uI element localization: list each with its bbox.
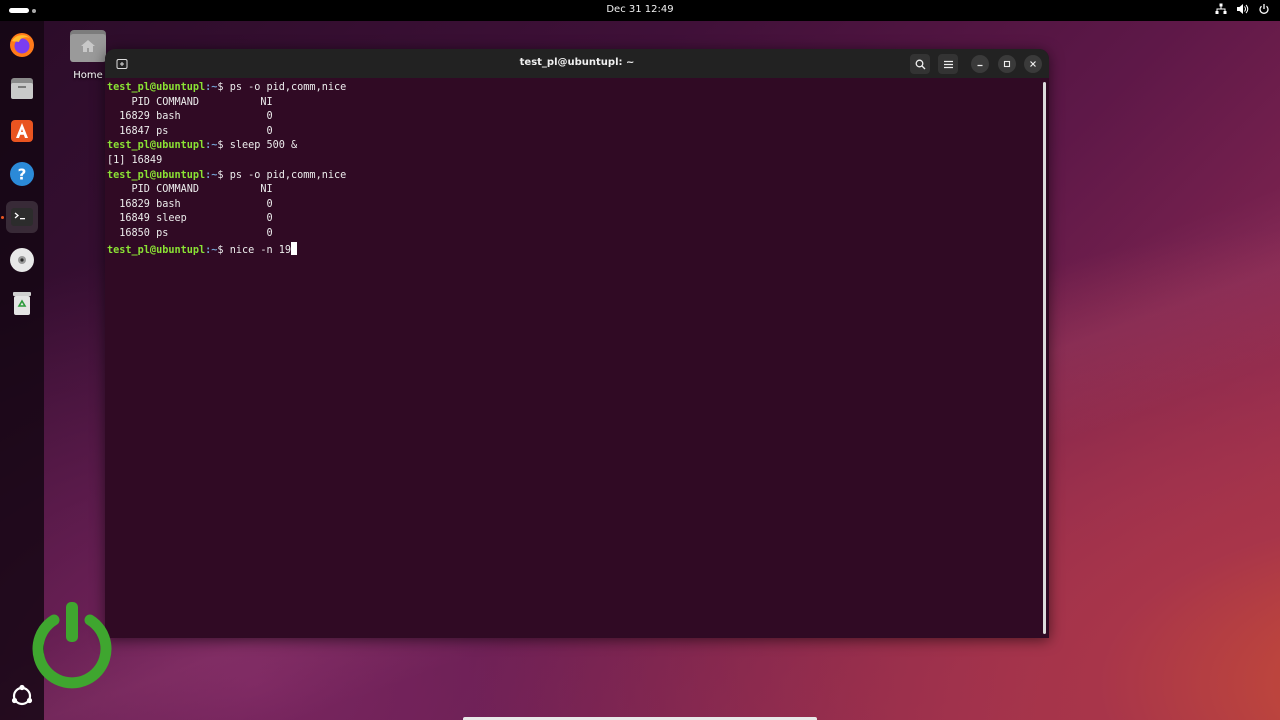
firefox-icon [10, 33, 34, 57]
power-logo-icon [32, 602, 112, 689]
terminal-output-line: 16850 ps 0 [107, 227, 273, 239]
text-cursor [291, 241, 298, 255]
search-icon [915, 59, 925, 69]
terminal-output-line: [1] 16849 [107, 154, 163, 166]
trash-icon [13, 292, 31, 315]
dock-item-terminal[interactable] [6, 201, 38, 233]
terminal-window[interactable]: test_pl@ubuntupl: ~ test_pl@ubuntupl:~$ … [105, 49, 1049, 638]
terminal-output-line: 16849 sleep 0 [107, 213, 273, 225]
svg-text:?: ? [18, 166, 27, 184]
maximize-icon [1003, 60, 1011, 68]
files-icon [11, 78, 33, 99]
prompt-path: :~ [205, 169, 218, 181]
close-button[interactable] [1024, 55, 1042, 73]
network-icon[interactable] [1215, 3, 1227, 15]
terminal-prompt-line: test_pl@ubuntupl:~$ sleep 500 & [107, 139, 1037, 154]
terminal-prompt-line: test_pl@ubuntupl:~$ ps -o pid,comm,nice [107, 81, 1037, 96]
terminal-output-line: 16847 ps 0 [107, 125, 273, 137]
clock[interactable]: Dec 31 12:49 [0, 4, 1280, 15]
prompt-symbol: $ [217, 244, 230, 256]
terminal-scrollbar[interactable] [1043, 82, 1046, 634]
command-text: sleep 500 & [229, 140, 298, 152]
system-tray[interactable] [1215, 3, 1270, 15]
top-bar: Dec 31 12:49 [0, 0, 1280, 21]
power-icon[interactable] [1258, 3, 1270, 15]
volume-icon[interactable] [1236, 3, 1249, 15]
minimize-button[interactable] [971, 55, 989, 73]
terminal-icon [11, 208, 33, 226]
window-title: test_pl@ubuntupl: ~ [519, 57, 635, 68]
dock-item-files[interactable] [6, 72, 38, 104]
terminal-prompt-line: test_pl@ubuntupl:~$ ps -o pid,comm,nice [107, 169, 1037, 184]
hamburger-icon [943, 60, 953, 68]
terminal-headerbar[interactable]: test_pl@ubuntupl: ~ [105, 49, 1049, 78]
close-icon [1030, 61, 1036, 67]
terminal-output-line: 16829 bash 0 [107, 198, 273, 210]
home-folder-icon [70, 30, 106, 62]
command-text: ps -o pid,comm,nice [229, 82, 347, 93]
dock-item-app-center[interactable] [6, 115, 38, 147]
terminal-output-line: PID COMMAND NI [107, 96, 273, 108]
terminal-output-line: PID COMMAND NI [107, 184, 273, 196]
terminal-output[interactable]: test_pl@ubuntupl:~$ ps -o pid,comm,nice … [107, 81, 1037, 636]
prompt-path: :~ [205, 244, 218, 256]
minimize-icon [977, 64, 983, 67]
running-indicator [1, 216, 4, 219]
prompt-user: test_pl@ubuntupl [107, 244, 206, 256]
prompt-path: :~ [205, 82, 218, 93]
menu-button[interactable] [938, 54, 958, 74]
prompt-user: test_pl@ubuntupl [107, 82, 206, 93]
prompt-user: test_pl@ubuntupl [107, 140, 206, 152]
app-center-icon [11, 120, 33, 142]
dock-item-disc[interactable] [6, 244, 38, 276]
search-button[interactable] [910, 54, 930, 74]
dock-item-trash[interactable] [6, 287, 38, 319]
help-icon: ? [10, 162, 34, 186]
maximize-button[interactable] [998, 55, 1016, 73]
disc-icon [10, 248, 34, 272]
prompt-symbol: $ [217, 169, 230, 181]
command-text: nice -n 19 [229, 244, 292, 256]
prompt-symbol: $ [217, 140, 230, 152]
prompt-symbol: $ [217, 82, 230, 93]
prompt-user: test_pl@ubuntupl [107, 169, 206, 181]
dock-item-help[interactable]: ? [6, 158, 38, 190]
dock-item-firefox[interactable] [6, 29, 38, 61]
terminal-output-line: 16829 bash 0 [107, 111, 273, 123]
terminal-prompt-line: test_pl@ubuntupl:~$ nice -n 19 [107, 241, 1037, 257]
command-text: ps -o pid,comm,nice [229, 169, 347, 181]
prompt-path: :~ [205, 140, 218, 152]
